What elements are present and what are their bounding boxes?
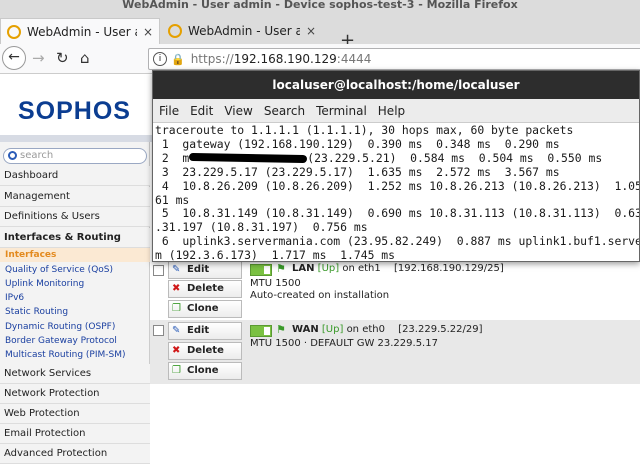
window-titlebar: WebAdmin - User admin - Device sophos-te… (0, 0, 640, 14)
forward-button[interactable]: → (32, 48, 45, 68)
header-divider (0, 135, 152, 142)
terminal-menu-view[interactable]: View (224, 104, 252, 118)
terminal-line: 61 ms (155, 192, 190, 207)
menu-search-input[interactable]: search (3, 148, 147, 164)
delete-button[interactable]: ✖ Delete (168, 342, 242, 360)
terminal-menu-file[interactable]: File (159, 104, 179, 118)
url-bar[interactable]: i 🔒 https:// 192.168.190.129 :4444 (148, 48, 640, 70)
terminal-line: 6 uplink3.servermania.com (23.95.82.249)… (155, 234, 639, 249)
edit-icon: ✎ (172, 264, 181, 275)
delete-x-icon: ✖ (172, 345, 181, 356)
status-flag-icon: ⚑ (276, 323, 286, 336)
edit-button[interactable]: ✎ Edit (168, 261, 242, 279)
tab-webadmin-2[interactable]: WebAdmin - User admin × (162, 18, 332, 44)
sidebar-item-management[interactable]: Management (0, 187, 150, 207)
sidebar-item-email-protection[interactable]: Email Protection (0, 424, 150, 444)
back-button[interactable]: ← (2, 46, 26, 70)
interface-enable-toggle[interactable] (250, 325, 272, 337)
url-port: :4444 (336, 52, 372, 66)
edit-button[interactable]: ✎ Edit (168, 322, 242, 340)
clone-button[interactable]: ❐ Clone (168, 300, 242, 318)
search-icon (8, 151, 17, 160)
interface-hardware: on eth0 (346, 324, 385, 335)
sidebar-subitem-uplink-monitoring[interactable]: Uplink Monitoring (0, 277, 150, 291)
sidebar-item-definitions-users[interactable]: Definitions & Users (0, 207, 150, 227)
sidebar-item-network-services[interactable]: Network Services (0, 364, 150, 384)
delete-x-icon: ✖ (172, 283, 181, 294)
status-flag-icon: ⚑ (276, 262, 286, 275)
interface-row-lan: ✎ Edit ✖ Delete ❐ Clone ⚑ LAN [Up] on et… (150, 260, 640, 324)
interface-status: [Up] (321, 324, 344, 335)
terminal-line: 2 m (23.229.5.21) 0.584 ms 0.504 ms 0.550… (155, 150, 603, 165)
sidebar-subitem-multicast[interactable]: Multicast Routing (PIM-SM) (0, 348, 150, 362)
interface-summary: LAN [Up] on eth1 [192.168.190.129/25] (292, 263, 504, 274)
sidebar-subitem-ipv6[interactable]: IPv6 (0, 291, 150, 305)
sidebar-item-dashboard[interactable]: Dashboard (0, 166, 150, 186)
sidebar-subitem-ospf[interactable]: Dynamic Routing (OSPF) (0, 320, 150, 334)
interface-enable-toggle[interactable] (250, 264, 272, 276)
clone-button[interactable]: ❐ Clone (168, 362, 242, 380)
delete-button[interactable]: ✖ Delete (168, 280, 242, 298)
terminal-line: .31.197 (10.8.31.197) 0.756 ms (155, 220, 368, 235)
terminal-menu-terminal[interactable]: Terminal (316, 104, 367, 118)
edit-icon: ✎ (172, 325, 181, 336)
terminal-output[interactable]: traceroute to 1.1.1.1 (1.1.1.1), 30 hops… (153, 124, 639, 262)
close-tab-icon[interactable]: × (143, 25, 153, 39)
home-button[interactable]: ⌂ (80, 48, 90, 68)
row-select-checkbox[interactable] (153, 265, 164, 276)
interface-address: [23.229.5.22/29] (398, 324, 483, 335)
tab-bar: WebAdmin - User admin × WebAdmin - User … (0, 14, 640, 50)
search-placeholder: search (20, 150, 54, 161)
interface-name: LAN (292, 263, 315, 274)
sidebar-subitem-qos[interactable]: Quality of Service (QoS) (0, 263, 150, 277)
terminal-line: 4 10.8.26.209 (10.8.26.209) 1.252 ms 10.… (155, 178, 639, 193)
sophos-favicon-icon (7, 24, 21, 39)
url-host: 192.168.190.129 (233, 52, 337, 66)
sidebar-subitem-static-routing[interactable]: Static Routing (0, 305, 150, 319)
sidebar-item-advanced-protection[interactable]: Advanced Protection (0, 444, 150, 464)
terminal-line: 1 gateway (192.168.190.129) 0.390 ms 0.3… (155, 136, 560, 151)
site-info-icon[interactable]: i (153, 52, 167, 66)
interface-address: [192.168.190.129/25] (393, 263, 504, 274)
sidebar-item-web-protection[interactable]: Web Protection (0, 404, 150, 424)
interface-hardware: on eth1 (342, 263, 381, 274)
sidebar-subitem-bgp[interactable]: Border Gateway Protocol (0, 334, 150, 348)
interface-name: WAN (292, 324, 319, 335)
window-title: WebAdmin - User admin - Device sophos-te… (122, 0, 518, 11)
terminal-menu-edit[interactable]: Edit (190, 104, 213, 118)
interface-mtu: MTU 1500 (250, 278, 301, 289)
tab-webadmin-1[interactable]: WebAdmin - User admin × (0, 18, 160, 44)
interface-row-wan: ✎ Edit ✖ Delete ❐ Clone ⚑ WAN [Up] on et… (150, 320, 640, 384)
terminal-line: traceroute to 1.1.1.1 (1.1.1.1), 30 hops… (155, 124, 574, 137)
sidebar-item-interfaces-routing[interactable]: Interfaces & Routing (0, 228, 150, 248)
tab-label: WebAdmin - User admin (188, 24, 300, 38)
redaction-mark (189, 153, 308, 164)
close-tab-icon[interactable]: × (306, 24, 316, 38)
insecure-lock-icon[interactable]: 🔒 (171, 53, 185, 66)
clone-icon: ❐ (172, 365, 181, 376)
terminal-menubar: File Edit View Search Terminal Help (153, 99, 639, 123)
terminal-line: 5 10.8.31.149 (10.8.31.149) 0.690 ms 10.… (155, 206, 639, 221)
reload-button[interactable]: ↻ (56, 48, 69, 68)
terminal-menu-help[interactable]: Help (378, 104, 405, 118)
terminal-line: m (192.3.6.173) 1.717 ms 1.745 ms (155, 248, 396, 262)
sidebar-item-network-protection[interactable]: Network Protection (0, 384, 150, 404)
interface-mtu-gateway: MTU 1500 · DEFAULT GW 23.229.5.17 (250, 338, 438, 349)
terminal-title: localuser@localhost:/home/localuser (153, 71, 639, 99)
sidebar-subitem-interfaces[interactable]: Interfaces (0, 248, 150, 262)
interface-comment: Auto-created on installation (250, 290, 390, 301)
interface-status: [Up] (317, 263, 340, 274)
sophos-favicon-icon (168, 24, 182, 38)
terminal-window[interactable]: localuser@localhost:/home/localuser File… (152, 70, 640, 262)
terminal-line: 3 23.229.5.17 (23.229.5.17) 1.635 ms 2.5… (155, 164, 560, 179)
url-protocol: https:// (190, 52, 234, 66)
tab-label: WebAdmin - User admin (27, 24, 137, 39)
terminal-menu-search[interactable]: Search (264, 104, 305, 118)
interface-summary: WAN [Up] on eth0 [23.229.5.22/29] (292, 324, 483, 335)
sophos-logo: SOPHOS (18, 97, 131, 125)
sidebar-menu: search Dashboard Management Definitions … (0, 142, 150, 464)
clone-icon: ❐ (172, 303, 181, 314)
row-select-checkbox[interactable] (153, 325, 164, 336)
